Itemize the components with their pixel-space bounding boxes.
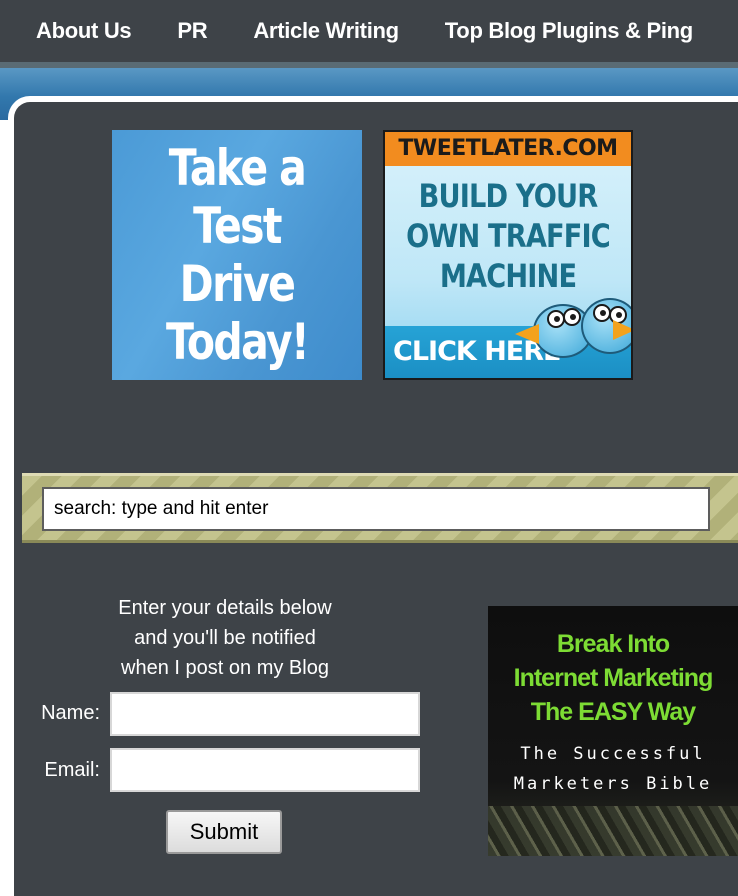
tweetlater-headline-line-2: OWN TRAFFIC — [406, 217, 611, 255]
tweetlater-headline-line-1: BUILD YOUR — [418, 177, 599, 215]
nav-about-us[interactable]: About Us — [36, 18, 132, 44]
book-subtitle-line-2: Marketers Bible — [513, 774, 713, 794]
book-subtitle-line-1: The Successful — [520, 744, 706, 764]
book-headline-line-1: Break Into — [556, 630, 670, 658]
submit-button[interactable]: Submit — [166, 810, 282, 854]
name-field[interactable] — [110, 692, 420, 736]
subscribe-intro-line-2: and you'll be notified — [134, 627, 316, 649]
book-headline: Break Into Internet Marketing The EASY W… — [488, 627, 738, 729]
subscribe-intro-line-1: Enter your details below — [118, 597, 332, 619]
nav-top-blog-plugins[interactable]: Top Blog Plugins & Ping — [445, 18, 693, 44]
subscribe-intro: Enter your details below and you'll be n… — [70, 593, 380, 683]
bird-icon — [581, 298, 631, 354]
book-headline-line-3: The EASY Way — [530, 698, 696, 726]
tweetlater-headline: BUILD YOUR OWN TRAFFIC MACHINE — [403, 176, 612, 296]
top-navigation: About Us PR Article Writing Top Blog Plu… — [0, 0, 738, 68]
email-label: Email: — [44, 759, 100, 781]
test-drive-line-1: Take a — [168, 139, 307, 197]
subscribe-intro-line-3: when I post on my Blog — [121, 657, 329, 679]
book-headline-line-2: Internet Marketing — [513, 664, 714, 692]
test-drive-line-2: Test Drive — [179, 197, 296, 313]
marketers-bible-ad[interactable]: Break Into Internet Marketing The EASY W… — [488, 606, 738, 856]
email-field[interactable] — [110, 748, 420, 792]
nav-pr[interactable]: PR — [177, 18, 207, 44]
search-input[interactable] — [42, 487, 710, 531]
book-subtitle: The Successful Marketers Bible — [488, 739, 738, 799]
money-image — [488, 806, 738, 856]
name-label: Name: — [41, 702, 100, 724]
test-drive-line-3: Today! — [165, 313, 310, 371]
tweetlater-banner: TWEETLATER.COM — [385, 132, 631, 166]
test-drive-ad-text: Take a Test Drive Today! — [135, 139, 340, 371]
tweetlater-ad[interactable]: TWEETLATER.COM BUILD YOUR OWN TRAFFIC MA… — [383, 130, 633, 380]
tweetlater-headline-line-3: MACHINE — [439, 257, 577, 295]
test-drive-ad[interactable]: Take a Test Drive Today! — [112, 130, 362, 380]
nav-article-writing[interactable]: Article Writing — [253, 18, 399, 44]
